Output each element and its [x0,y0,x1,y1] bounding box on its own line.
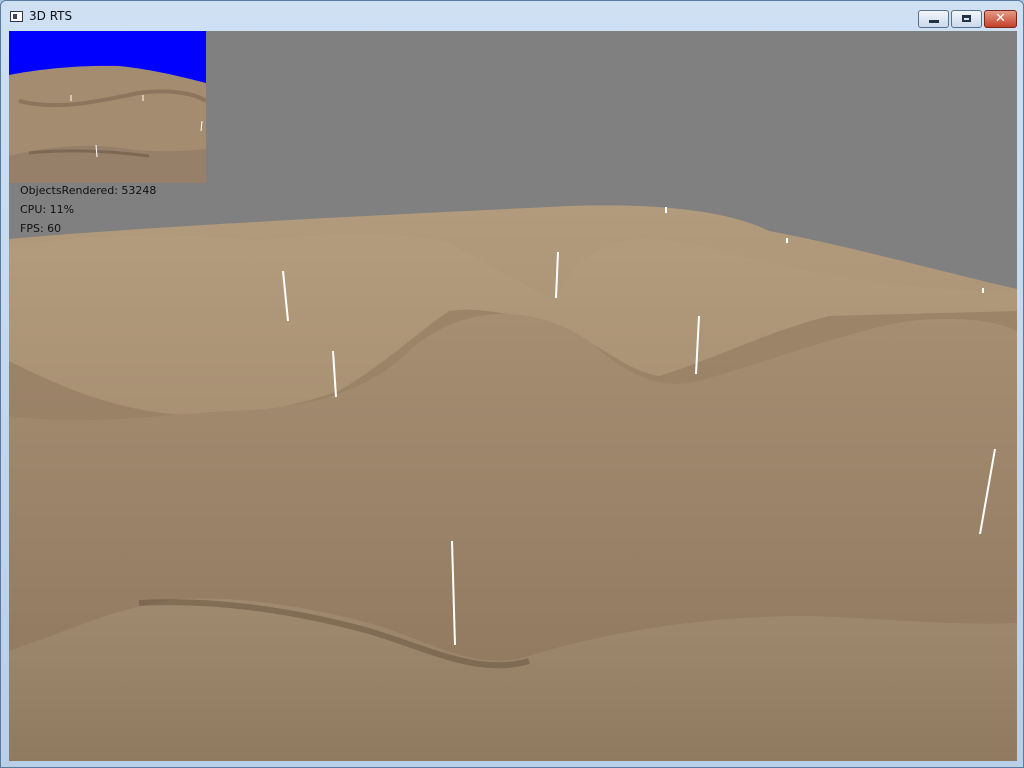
close-icon: ✕ [995,11,1006,26]
minimap-terrain [9,65,206,183]
maximize-button[interactable] [951,10,982,28]
title-bar[interactable]: 3D RTS ✕ [1,1,1023,31]
minimap[interactable] [9,31,206,183]
app-window: 3D RTS ✕ ObjectsRendered: 53248 CPU: 11%… [0,0,1024,768]
window-title: 3D RTS [29,9,73,23]
app-window-icon[interactable] [10,11,23,22]
close-button[interactable]: ✕ [984,10,1017,28]
minimize-button[interactable] [918,10,949,28]
fps-label: FPS: 60 [20,222,62,235]
cpu-label: CPU: 11% [20,203,75,216]
minimize-icon [929,20,939,23]
game-viewport[interactable]: ObjectsRendered: 53248 CPU: 11% FPS: 60 [9,31,1017,761]
maximize-icon [962,15,971,22]
objects-rendered-label: ObjectsRendered: 53248 [20,184,157,197]
